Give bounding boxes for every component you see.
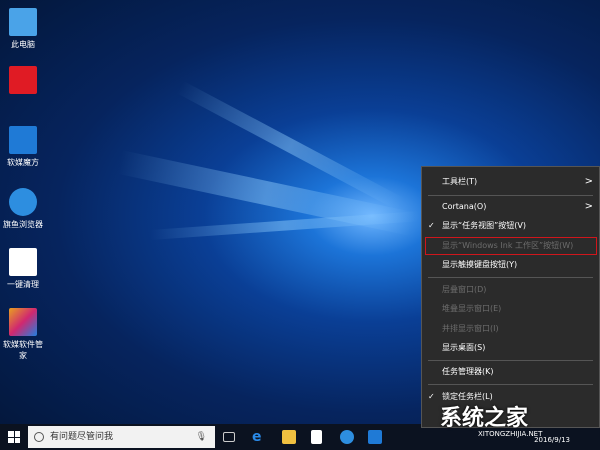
watermark: 系统之家 xyxy=(440,406,529,431)
menu-item-stacked: 堆叠显示窗口(E) xyxy=(442,304,502,313)
menu-separator xyxy=(428,384,593,385)
mofang-taskbar-icon[interactable] xyxy=(368,430,382,444)
menu-item-side-by-side: 并排显示窗口(I) xyxy=(442,324,499,333)
desktop-icon-one-click-clean[interactable]: 一键清理 xyxy=(2,248,44,290)
edge-icon[interactable]: e xyxy=(252,430,266,444)
cortana-icon xyxy=(34,432,44,442)
cube-icon xyxy=(9,126,37,154)
checkmark-icon: ✓ xyxy=(428,221,435,230)
highlight-box xyxy=(425,237,597,255)
menu-separator xyxy=(428,277,593,278)
qiyu-browser-taskbar-icon[interactable] xyxy=(340,430,354,444)
menu-item-show-task-view[interactable]: ✓ 显示“任务视图”按钮(V) xyxy=(422,217,599,235)
taskbar-context-menu: 工具栏(T) > Cortana(O) > ✓ 显示“任务视图”按钮(V) 显示“Wi… xyxy=(421,166,600,428)
menu-item-cascade: 层叠窗口(D) xyxy=(442,285,487,294)
microphone-icon[interactable]: 🎙 xyxy=(196,426,207,448)
menu-item-toolbars[interactable]: 工具栏(T) > xyxy=(422,173,599,191)
desktop-icon-this-pc[interactable]: 此电脑 xyxy=(2,8,44,50)
menu-separator xyxy=(428,360,593,361)
watermark-url: XITONGZHIJIA.NET xyxy=(478,430,543,438)
search-box[interactable]: 有问题尽管问我 🎙 xyxy=(28,426,215,448)
task-view-icon[interactable] xyxy=(223,432,235,442)
desktop-icon-software-manager[interactable]: 软媒软件管家 xyxy=(2,308,44,361)
start-button[interactable] xyxy=(8,431,20,443)
desktop-icon-qiyu-browser[interactable]: 旗鱼浏览器 xyxy=(2,188,44,230)
store-icon[interactable] xyxy=(311,430,322,444)
file-explorer-icon[interactable] xyxy=(282,430,296,444)
computer-icon xyxy=(9,8,37,36)
desktop-icon-ruanmei-mofang[interactable]: 软媒魔方 xyxy=(2,126,44,168)
menu-item-show-touch-keyboard[interactable]: 显示触摸键盘按钮(Y) xyxy=(422,256,599,274)
manager-icon xyxy=(9,308,37,336)
menu-item-cortana[interactable]: Cortana(O) > xyxy=(422,198,599,216)
menu-item-show-desktop[interactable]: 显示桌面(S) xyxy=(422,339,599,357)
menu-item-task-manager[interactable]: 任务管理器(K) xyxy=(422,363,599,381)
checkmark-icon: ✓ xyxy=(428,392,435,401)
browser-icon xyxy=(9,188,37,216)
chevron-right-icon: > xyxy=(584,176,593,187)
menu-separator xyxy=(428,195,593,196)
app-tile-icon xyxy=(9,66,37,94)
broom-icon xyxy=(9,248,37,276)
desktop-icon-red-tile[interactable] xyxy=(2,66,44,97)
chevron-right-icon: > xyxy=(584,201,593,212)
